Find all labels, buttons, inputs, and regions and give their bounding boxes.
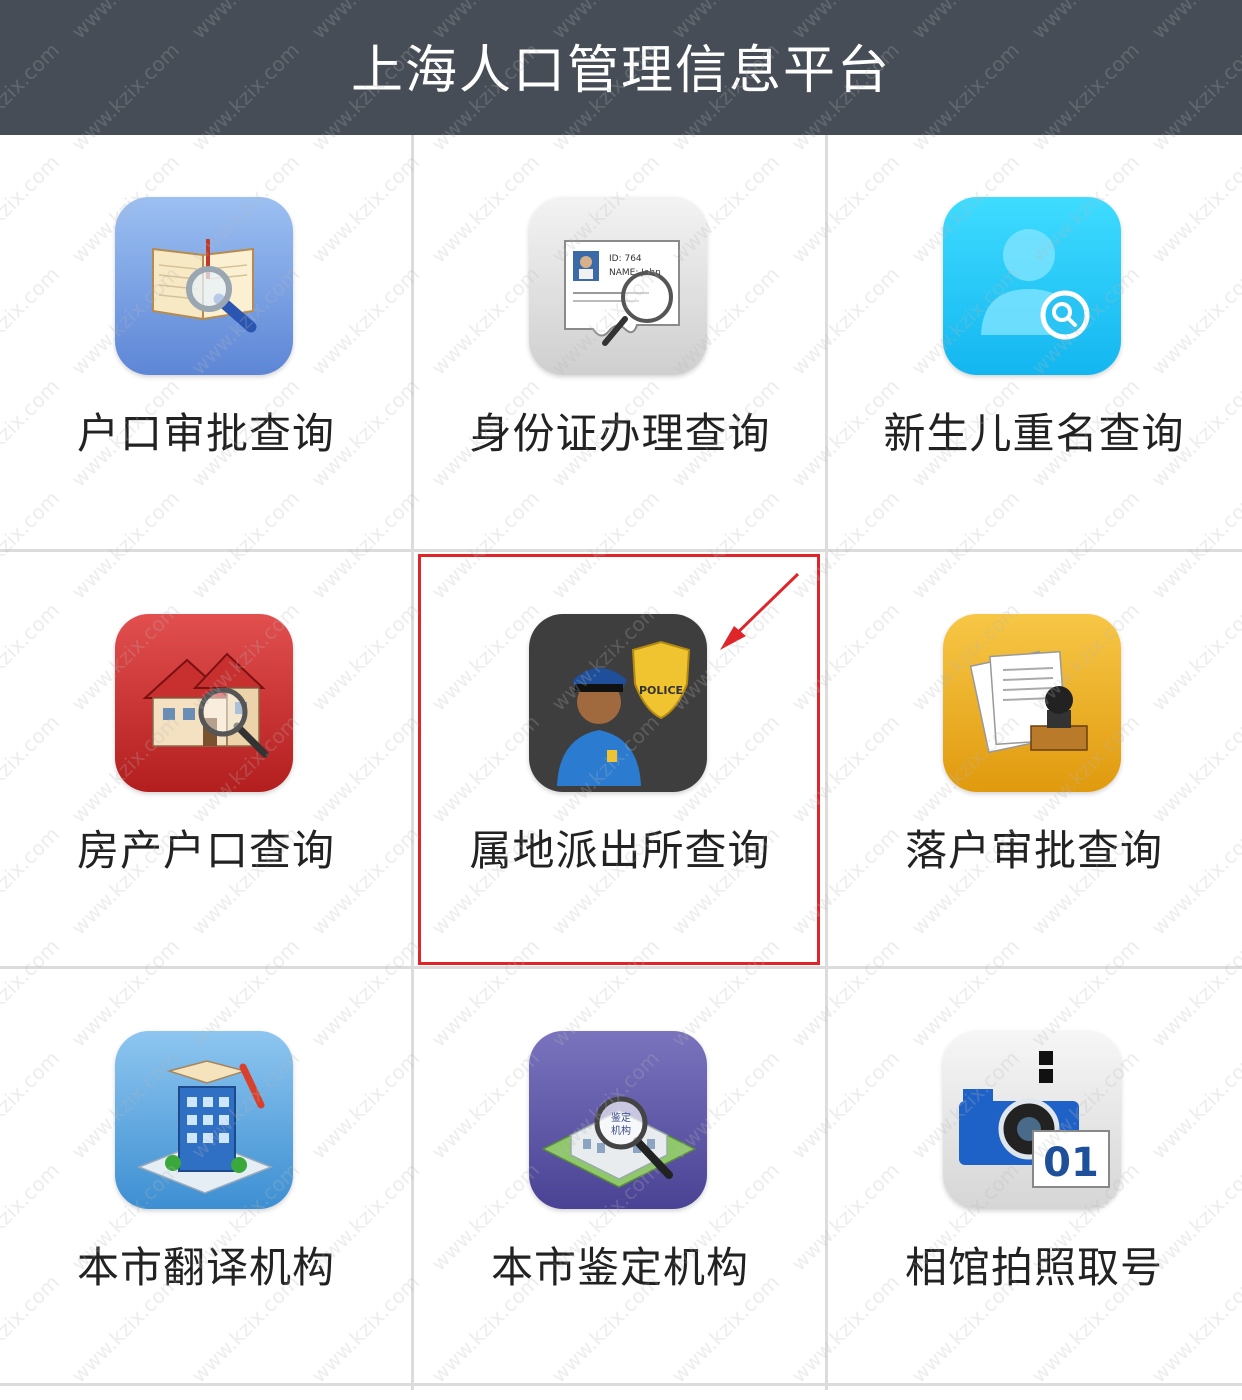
tile-translation-agencies[interactable]: 本市翻译机构 [0,969,412,1384]
tile-label: 户口审批查询 [76,409,335,458]
queue-number-text: 01 [1043,1140,1099,1186]
tile-label: 相馆拍照取号 [904,1243,1163,1292]
police-badge-text: POLICE [639,684,683,697]
tile-settlement-approval-query[interactable]: 落户审批查询 [828,552,1240,967]
appraisal-icon-text-1: 鉴定 [611,1111,631,1124]
tile-label: 房产户口查询 [76,826,335,875]
camera-queue-number-icon: 01 [943,1031,1121,1209]
tile-label: 落户审批查询 [904,826,1163,875]
appraisal-icon-text-2: 机构 [611,1124,631,1137]
appraisal-building-magnifier-icon: 鉴定 机构 [529,1031,707,1209]
tile-label: 新生儿重名查询 [883,409,1185,458]
tile-photo-studio-number[interactable]: 01 相馆拍照取号 [828,969,1240,1384]
police-officer-badge-icon: POLICE [529,614,707,792]
id-card-id-text: ID: 764 [609,254,642,264]
tile-hukou-approval-query[interactable]: 户口审批查询 [0,135,412,550]
tile-label: 本市翻译机构 [76,1243,335,1292]
house-magnifier-icon [115,614,293,792]
tile-label: 身份证办理查询 [469,409,771,458]
tile-local-police-station-query[interactable]: POLICE 属地派出所查询 [414,552,826,967]
tile-label: 本市鉴定机构 [490,1243,749,1292]
documents-stamp-icon [943,614,1121,792]
tile-appraisal-agencies[interactable]: 鉴定 机构 本市鉴定机构 [414,969,826,1384]
tile-label: 属地派出所查询 [469,826,771,875]
building-book-pencil-icon [115,1031,293,1209]
id-card-magnifier-icon: ID: 764 NAME: John [529,197,707,375]
tile-id-card-query[interactable]: ID: 764 NAME: John 身份证办理查询 [414,135,826,550]
page-title: 上海人口管理信息平台 [350,41,891,101]
tile-property-hukou-query[interactable]: 房产户口查询 [0,552,412,967]
person-search-icon [943,197,1121,375]
app-header: 上海人口管理信息平台 [0,0,1242,135]
tile-newborn-name-query[interactable]: 新生儿重名查询 [828,135,1240,550]
book-magnifier-icon [115,197,293,375]
service-grid: 户口审批查询 ID: 764 NAME: John 身份证办理查询 新生儿重名查… [0,135,1242,1400]
